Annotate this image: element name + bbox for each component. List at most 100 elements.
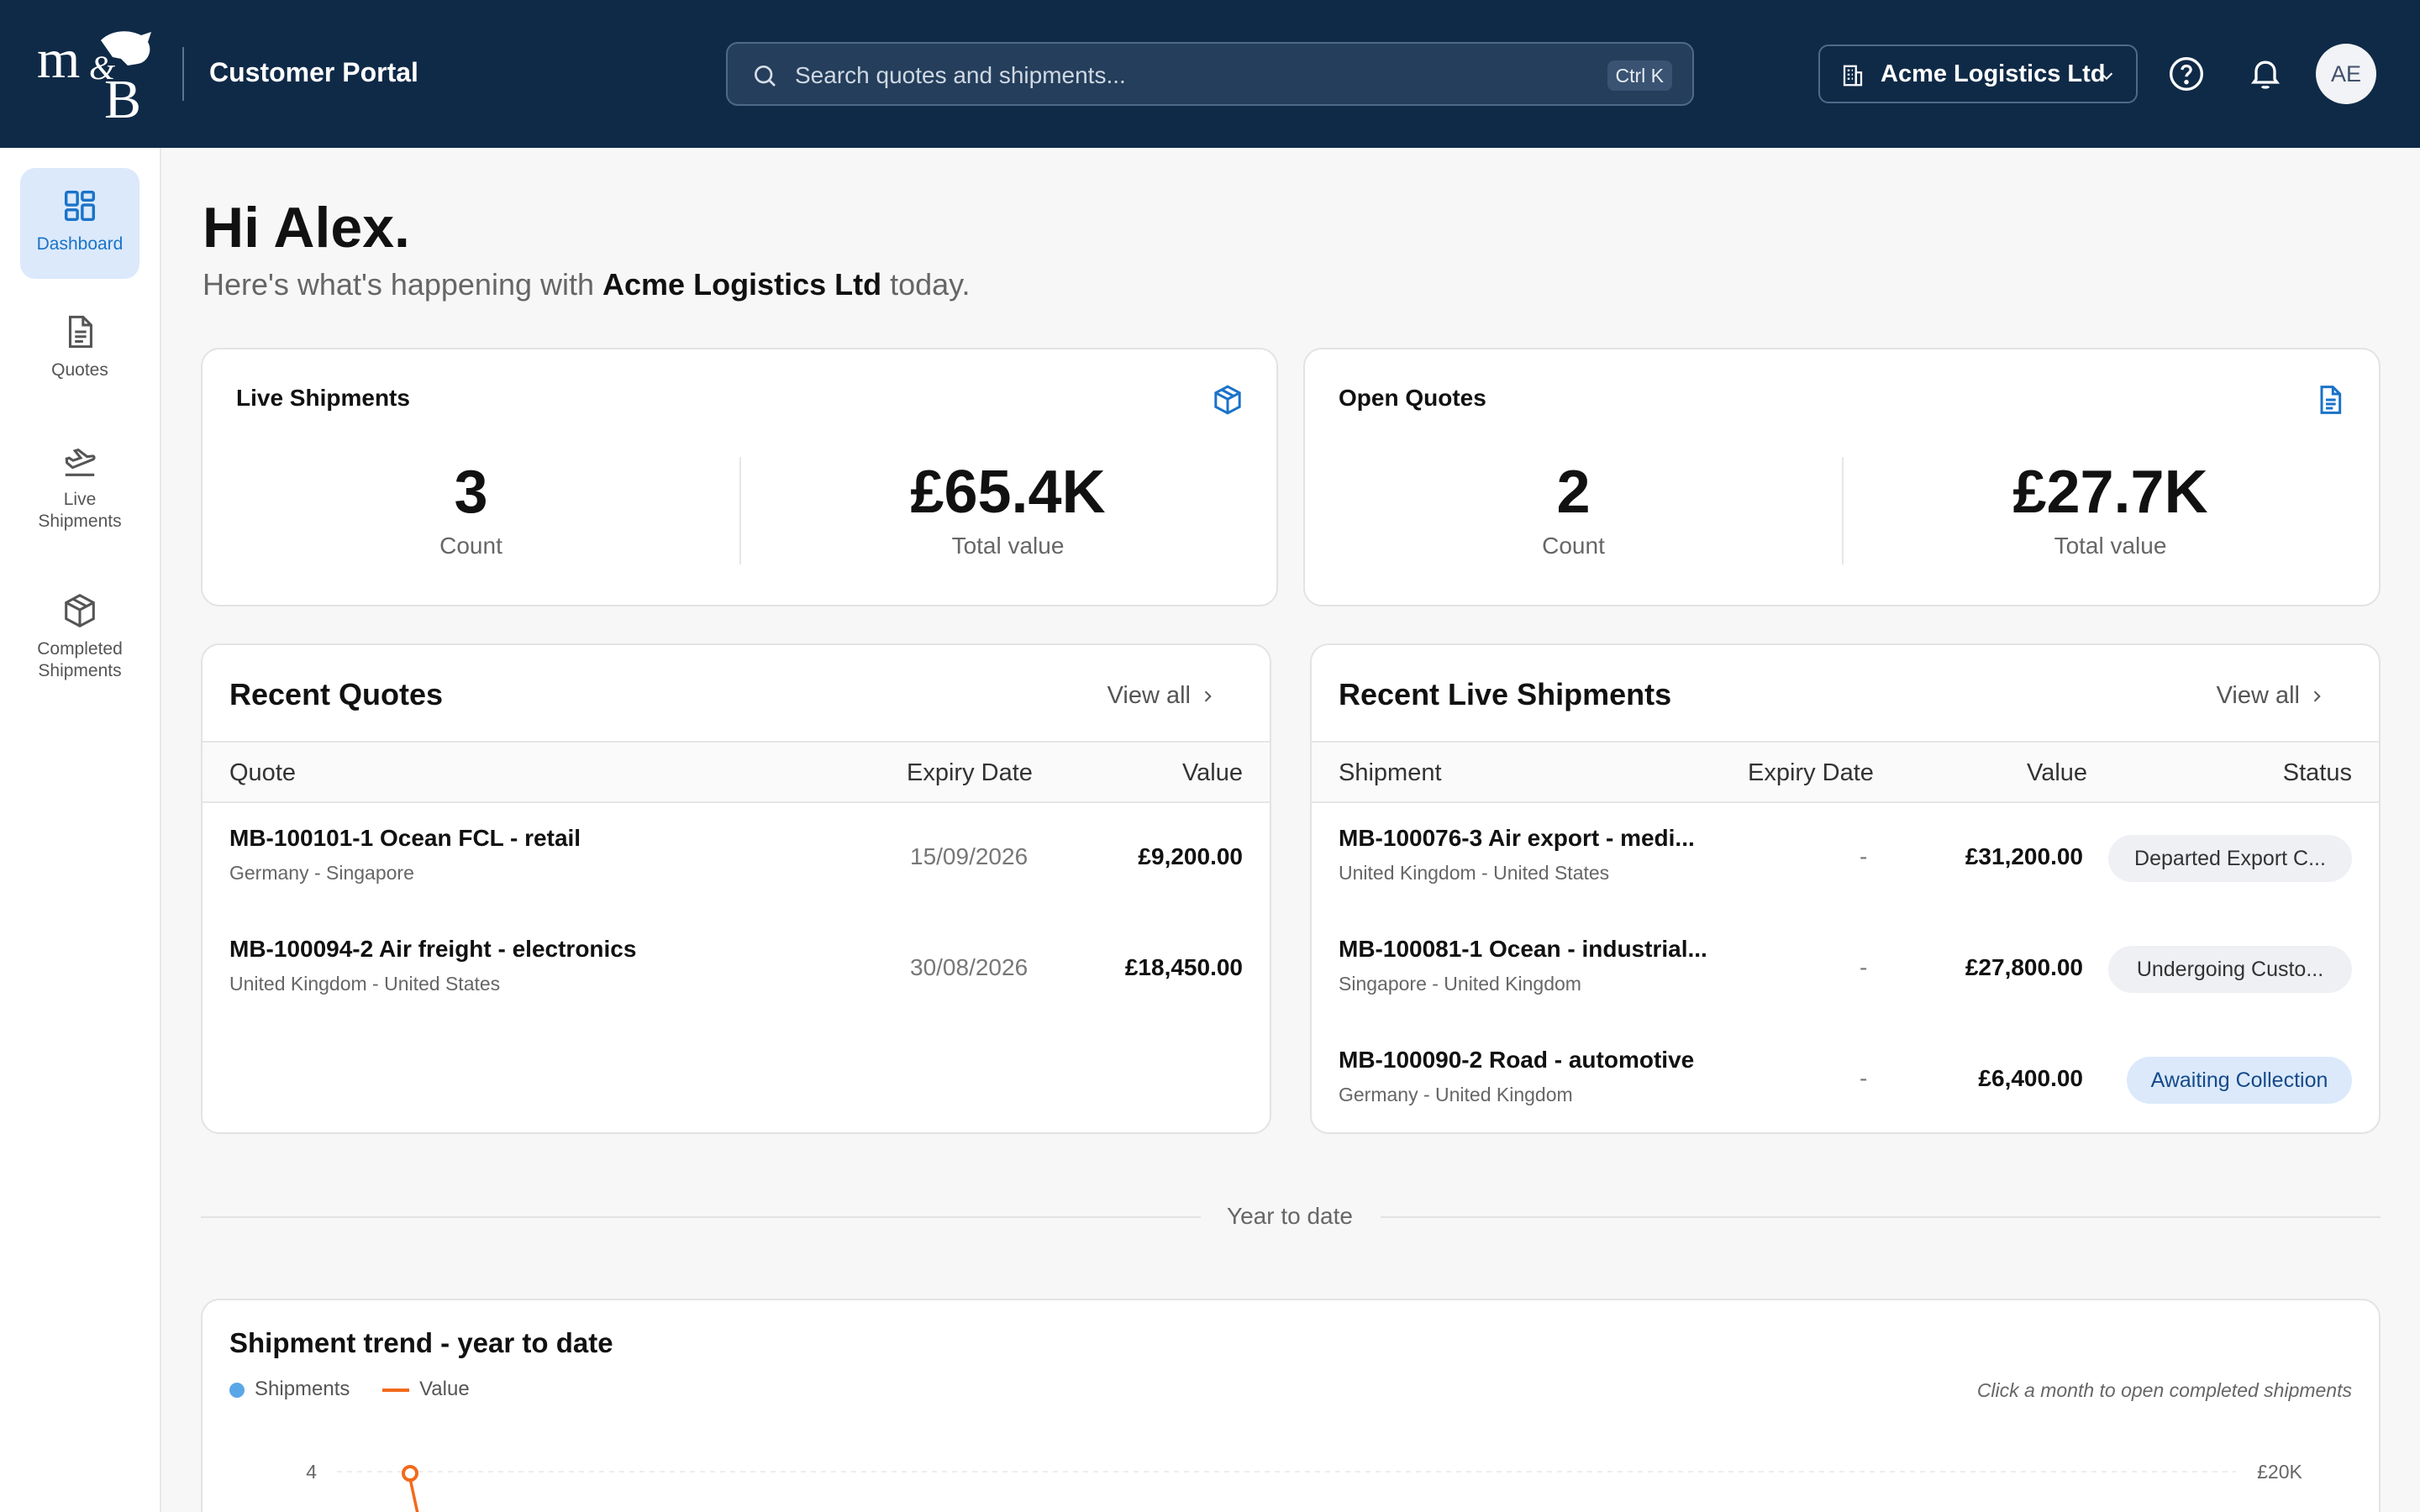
stat-total: £65.4K Total value <box>739 457 1276 559</box>
shipment-expiry: - <box>1860 1065 1868 1091</box>
table-row[interactable]: MB-100090-2 Road - automotive Germany - … <box>1312 1025 2379 1132</box>
stat-total-label: Total value <box>951 533 1065 559</box>
table-row[interactable]: MB-100076-3 Air export - medi... United … <box>1312 803 2379 914</box>
plane-departure-icon <box>65 448 96 476</box>
quote-value: £9,200.00 <box>1138 843 1243 869</box>
value-series-point[interactable] <box>402 1465 418 1482</box>
chevron-right-icon <box>1204 690 1212 702</box>
quote-route: Germany - Singapore <box>229 862 414 884</box>
trend-chart[interactable]: 4 £20K <box>203 1410 2381 1512</box>
shipment-expiry: - <box>1860 954 1868 980</box>
sidebar-item-completed-shipments[interactable]: Completed Shipments <box>20 591 139 682</box>
subtitle-suffix: today. <box>890 267 971 302</box>
column-header-value[interactable]: Value <box>2027 759 2087 787</box>
quote-value: £18,450.00 <box>1124 954 1243 980</box>
view-all-shipments-link[interactable]: View all <box>2217 682 2325 710</box>
view-all-label: View all <box>2216 682 2300 709</box>
sidebar-item-dashboard[interactable]: Dashboard <box>20 168 139 279</box>
column-header-expiry[interactable]: Expiry Date <box>1748 759 1874 787</box>
stat-count-label: Count <box>1542 533 1605 559</box>
column-header-shipment[interactable]: Shipment <box>1339 759 1442 787</box>
notification-bell-icon[interactable] <box>2247 54 2284 92</box>
y-left-tick: 4 <box>306 1461 317 1483</box>
chevron-down-icon <box>2100 72 2113 81</box>
sidebar-item-label: Quotes <box>51 360 108 380</box>
search-icon <box>755 66 776 87</box>
stat-count: 3 Count <box>203 457 739 559</box>
chevron-right-icon <box>2313 690 2321 702</box>
document-icon <box>2320 386 2342 414</box>
ytd-label: Year to date <box>1227 1203 1353 1229</box>
table-header: Quote Expiry Date Value <box>203 741 1270 803</box>
logo-divider <box>182 47 184 101</box>
chart-legend: Shipments Value <box>229 1378 470 1401</box>
stat-count: 2 Count <box>1305 457 1842 559</box>
sidebar: Dashboard Quotes Live Shipments Complete… <box>0 148 161 1512</box>
table-header: Shipment Expiry Date Value Status <box>1312 741 2379 803</box>
column-header-value[interactable]: Value <box>1182 759 1243 787</box>
subtitle-company: Acme Logistics Ltd <box>602 267 882 302</box>
chart-hint: Click a month to open completed shipment… <box>1976 1379 2352 1401</box>
ytd-divider-right <box>1381 1216 2381 1218</box>
y-right-tick: £20K <box>2257 1461 2302 1483</box>
table-row[interactable]: MB-100094-2 Air freight - electronics Un… <box>203 914 1270 1025</box>
search-bar[interactable]: Ctrl K <box>726 42 1694 106</box>
quote-expiry: 15/09/2026 <box>910 843 1028 869</box>
dashboard-grid-icon <box>64 190 96 222</box>
shipment-route: Germany - United Kingdom <box>1339 1084 1573 1105</box>
shipment-trend-card: Shipment trend - year to date Shipments … <box>201 1299 2381 1512</box>
quote-name: MB-100094-2 Air freight - electronics <box>229 936 637 962</box>
column-header-quote[interactable]: Quote <box>229 759 296 787</box>
sidebar-item-live-shipments[interactable]: Live Shipments <box>20 442 139 533</box>
view-all-quotes-link[interactable]: View all <box>1107 682 1216 710</box>
legend-shipments-swatch <box>229 1382 245 1398</box>
status-badge: Departed Export C... <box>2108 835 2352 882</box>
stat-total-value: £65.4K <box>910 459 1106 526</box>
quote-name: MB-100101-1 Ocean FCL - retail <box>229 825 581 851</box>
shipment-expiry: - <box>1860 843 1868 869</box>
help-icon[interactable] <box>2168 55 2205 92</box>
stat-total-label: Total value <box>2054 533 2167 559</box>
sidebar-item-label-line1: Completed <box>37 639 123 659</box>
shipment-value: £27,800.00 <box>1965 954 2083 980</box>
stat-count-label: Count <box>439 533 502 559</box>
svg-text:B: B <box>104 69 141 123</box>
stat-card-title: Open Quotes <box>1339 385 1486 411</box>
user-avatar[interactable]: AE <box>2316 44 2376 104</box>
stat-count-value: 2 <box>1556 459 1591 526</box>
legend-value-label[interactable]: Value <box>419 1378 470 1400</box>
recent-quotes-card: Recent Quotes View all Quote Expiry Date… <box>201 643 1271 1134</box>
sidebar-item-quotes[interactable]: Quotes <box>20 312 139 381</box>
package-icon <box>1214 385 1241 415</box>
quote-expiry: 30/08/2026 <box>910 954 1028 980</box>
live-shipments-stat-card[interactable]: Live Shipments 3 Count £65.4K Total valu… <box>201 348 1278 606</box>
shipment-name: MB-100081-1 Ocean - industrial... <box>1339 936 1707 962</box>
company-logo[interactable]: m & B <box>34 25 160 123</box>
sidebar-item-label-line2: Shipments <box>38 661 122 680</box>
recent-shipments-title: Recent Live Shipments <box>1339 677 1672 711</box>
package-icon <box>65 594 95 627</box>
company-switcher[interactable]: Acme Logistics Ltd <box>1818 45 2138 103</box>
building-icon <box>1843 65 1863 87</box>
value-series-line <box>408 1478 419 1512</box>
stat-count-value: 3 <box>454 459 488 526</box>
top-bar: m & B Customer Portal Ctrl K Acme Logist… <box>0 0 2420 148</box>
legend-value-swatch <box>382 1388 410 1392</box>
chart-title: Shipment trend - year to date <box>229 1327 613 1358</box>
column-header-status[interactable]: Status <box>2283 759 2352 787</box>
stat-card-title: Live Shipments <box>236 385 410 411</box>
status-badge: Awaiting Collection <box>2127 1057 2352 1104</box>
recent-quotes-title: Recent Quotes <box>229 677 444 711</box>
search-shortcut-badge: Ctrl K <box>1607 60 1672 91</box>
shipment-value: £31,200.00 <box>1965 843 2083 869</box>
column-header-expiry[interactable]: Expiry Date <box>907 759 1033 787</box>
table-row[interactable]: MB-100081-1 Ocean - industrial... Singap… <box>1312 914 2379 1025</box>
company-name: Acme Logistics Ltd <box>1881 60 2106 87</box>
legend-shipments-label[interactable]: Shipments <box>255 1378 350 1400</box>
table-row[interactable]: MB-100101-1 Ocean FCL - retail Germany -… <box>203 803 1270 914</box>
shipment-route: Singapore - United Kingdom <box>1339 973 1581 995</box>
shipment-value: £6,400.00 <box>1978 1065 2083 1091</box>
search-input[interactable] <box>795 59 1551 92</box>
view-all-label: View all <box>1107 682 1191 709</box>
open-quotes-stat-card[interactable]: Open Quotes 2 Count £27.7K Total value <box>1303 348 2381 606</box>
